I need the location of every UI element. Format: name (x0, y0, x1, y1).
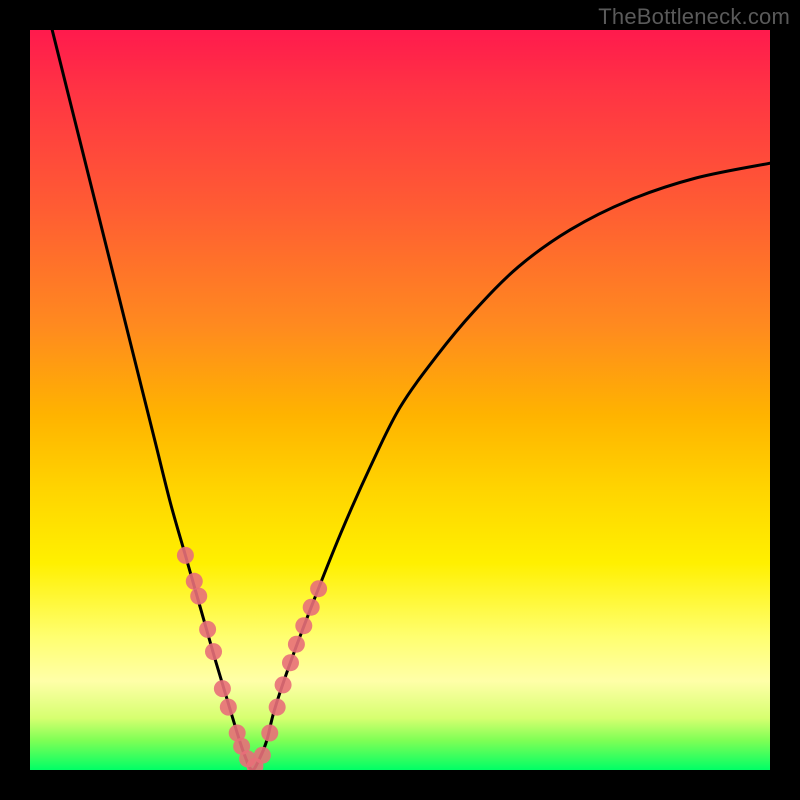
highlight-dot (295, 617, 312, 634)
highlight-dot (282, 654, 299, 671)
highlight-dot (310, 580, 327, 597)
highlight-dot (254, 747, 271, 764)
chart-container: TheBottleneck.com (0, 0, 800, 800)
highlight-dot (269, 699, 286, 716)
highlight-dot (275, 676, 292, 693)
highlight-dot (261, 725, 278, 742)
highlight-dot (186, 573, 203, 590)
highlight-dot (214, 680, 231, 697)
highlight-dot (190, 588, 207, 605)
highlight-dot (288, 636, 305, 653)
highlight-dots (177, 547, 327, 770)
bottleneck-curve (52, 30, 770, 770)
highlight-dot (177, 547, 194, 564)
highlight-dot (205, 643, 222, 660)
highlight-dot (220, 699, 237, 716)
plot-area (30, 30, 770, 770)
watermark-text: TheBottleneck.com (598, 4, 790, 30)
highlight-dot (303, 599, 320, 616)
curve-svg (30, 30, 770, 770)
highlight-dot (199, 621, 216, 638)
